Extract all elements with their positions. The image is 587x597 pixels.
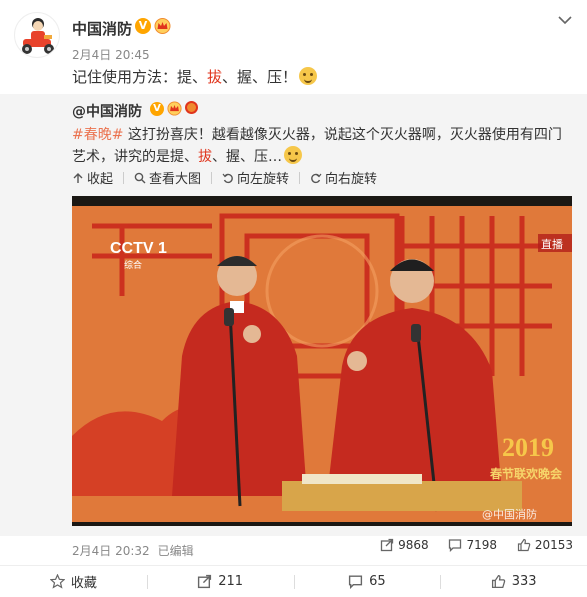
author-name[interactable]: 中国消防 (72, 18, 132, 39)
divider (211, 172, 213, 184)
favorite-button[interactable]: 收藏 (0, 566, 147, 597)
gala-text: 春节联欢晚会 (489, 466, 563, 481)
live-label: 直播 (541, 237, 563, 251)
view-large-label: 查看大图 (149, 172, 202, 187)
repost-verified-badge-icon: V (150, 102, 164, 116)
repost-timestamp[interactable]: 2月4日 20:32 (72, 544, 150, 558)
repost-stats: 9868 7198 20153 (364, 538, 573, 553)
rotate-right-icon (311, 173, 322, 184)
thumbs-up-icon (491, 574, 505, 589)
repost-vip-crown-icon (167, 101, 182, 116)
firefighter-avatar-icon (22, 18, 54, 54)
image-actions: 收起 查看大图 向左旋转 向右旋转 (72, 168, 387, 187)
divider (123, 172, 125, 184)
collapse-button[interactable]: 收起 (72, 168, 113, 187)
like-count-button[interactable]: 20153 (517, 538, 573, 552)
collapse-arrow-up-icon (73, 173, 83, 183)
channel-sub-text: 综合 (124, 259, 142, 271)
edited-label[interactable]: 已编辑 (158, 544, 194, 558)
smile-emoji-icon (299, 67, 318, 85)
star-icon (49, 574, 65, 589)
like-button-count: 333 (511, 574, 537, 589)
favorite-label: 收藏 (70, 576, 97, 591)
post-timestamp[interactable]: 2月4日 20:45 (72, 46, 150, 63)
post-text-highlight: 拔 (207, 68, 223, 86)
verified-badge-icon: V (135, 18, 151, 34)
share-icon (380, 538, 394, 552)
stage-photo-illustration: CCTV 1 综合 直播 2019 春节联欢晚会 @中国消防 (72, 196, 572, 526)
magnifier-icon (134, 172, 146, 184)
hashtag-link[interactable]: #春晚# (72, 127, 123, 143)
repost-medal-icon (185, 101, 198, 114)
like-button[interactable]: 333 (440, 566, 587, 597)
comment-count-button[interactable]: 7198 (448, 538, 497, 553)
year-badge: 2019 (502, 433, 554, 462)
rotate-right-label: 向右旋转 (325, 172, 378, 187)
collapse-label: 收起 (87, 172, 114, 187)
rotate-left-icon (222, 173, 233, 184)
repost-button-count: 211 (218, 574, 244, 589)
repost-author-name[interactable]: @中国消防 (72, 101, 142, 121)
comment-count: 7198 (466, 538, 497, 552)
repost-text-part1: 这打扮喜庆！越看越像灭火器，说起这个灭火器啊，灭火器使用有四门艺术，讲究的是提、 (72, 127, 562, 165)
like-count: 20153 (534, 538, 573, 552)
rotate-left-label: 向左旋转 (237, 172, 290, 187)
reposted-weibo: @中国消防 V #春晚# 这打扮喜庆！越看越像灭火器，说起这个灭火器啊，灭火器使… (0, 94, 587, 536)
post-text-part2: 、握、压！ (222, 68, 298, 86)
thumbs-up-icon (517, 538, 531, 552)
view-large-button[interactable]: 查看大图 (134, 168, 201, 187)
photo-watermark: @中国消防 (482, 507, 537, 521)
comment-icon (349, 575, 363, 589)
comment-icon (449, 539, 462, 553)
repost-text-part2: 、握、压… (212, 149, 282, 165)
repost-button[interactable]: 211 (146, 566, 294, 597)
repost-photo[interactable]: CCTV 1 综合 直播 2019 春节联欢晚会 @中国消防 (72, 196, 572, 526)
share-icon (198, 574, 212, 589)
channel-logo-text: CCTV 1 (110, 240, 167, 257)
vip-crown-icon (154, 18, 171, 34)
repost-text: #春晚# 这打扮喜庆！越看越像灭火器，说起这个灭火器啊，灭火器使用有四门艺术，讲… (72, 124, 572, 168)
repost-meta: 2月4日 20:32 已编辑 (72, 542, 202, 559)
post-text-part1: 记住使用方法：提、 (72, 68, 208, 86)
repost-text-highlight: 拔 (198, 149, 212, 165)
divider (299, 172, 301, 184)
post-header: 中国消防 V 2月4日 20:45 记住使用方法：提、拔、握、压！ (0, 0, 587, 100)
chevron-down-icon[interactable] (557, 14, 573, 26)
author-avatar[interactable] (14, 12, 60, 58)
post-text: 记住使用方法：提、拔、握、压！ (72, 66, 318, 87)
repost-count-button[interactable]: 9868 (380, 538, 429, 552)
bottom-action-bar: 收藏 211 65 333 (0, 565, 587, 597)
repost-smile-emoji-icon (284, 146, 302, 164)
comment-button-count: 65 (369, 574, 386, 589)
rotate-left-button[interactable]: 向左旋转 (222, 168, 289, 187)
comment-button[interactable]: 65 (293, 566, 441, 597)
repost-count: 9868 (398, 538, 429, 552)
rotate-right-button[interactable]: 向右旋转 (310, 168, 377, 187)
